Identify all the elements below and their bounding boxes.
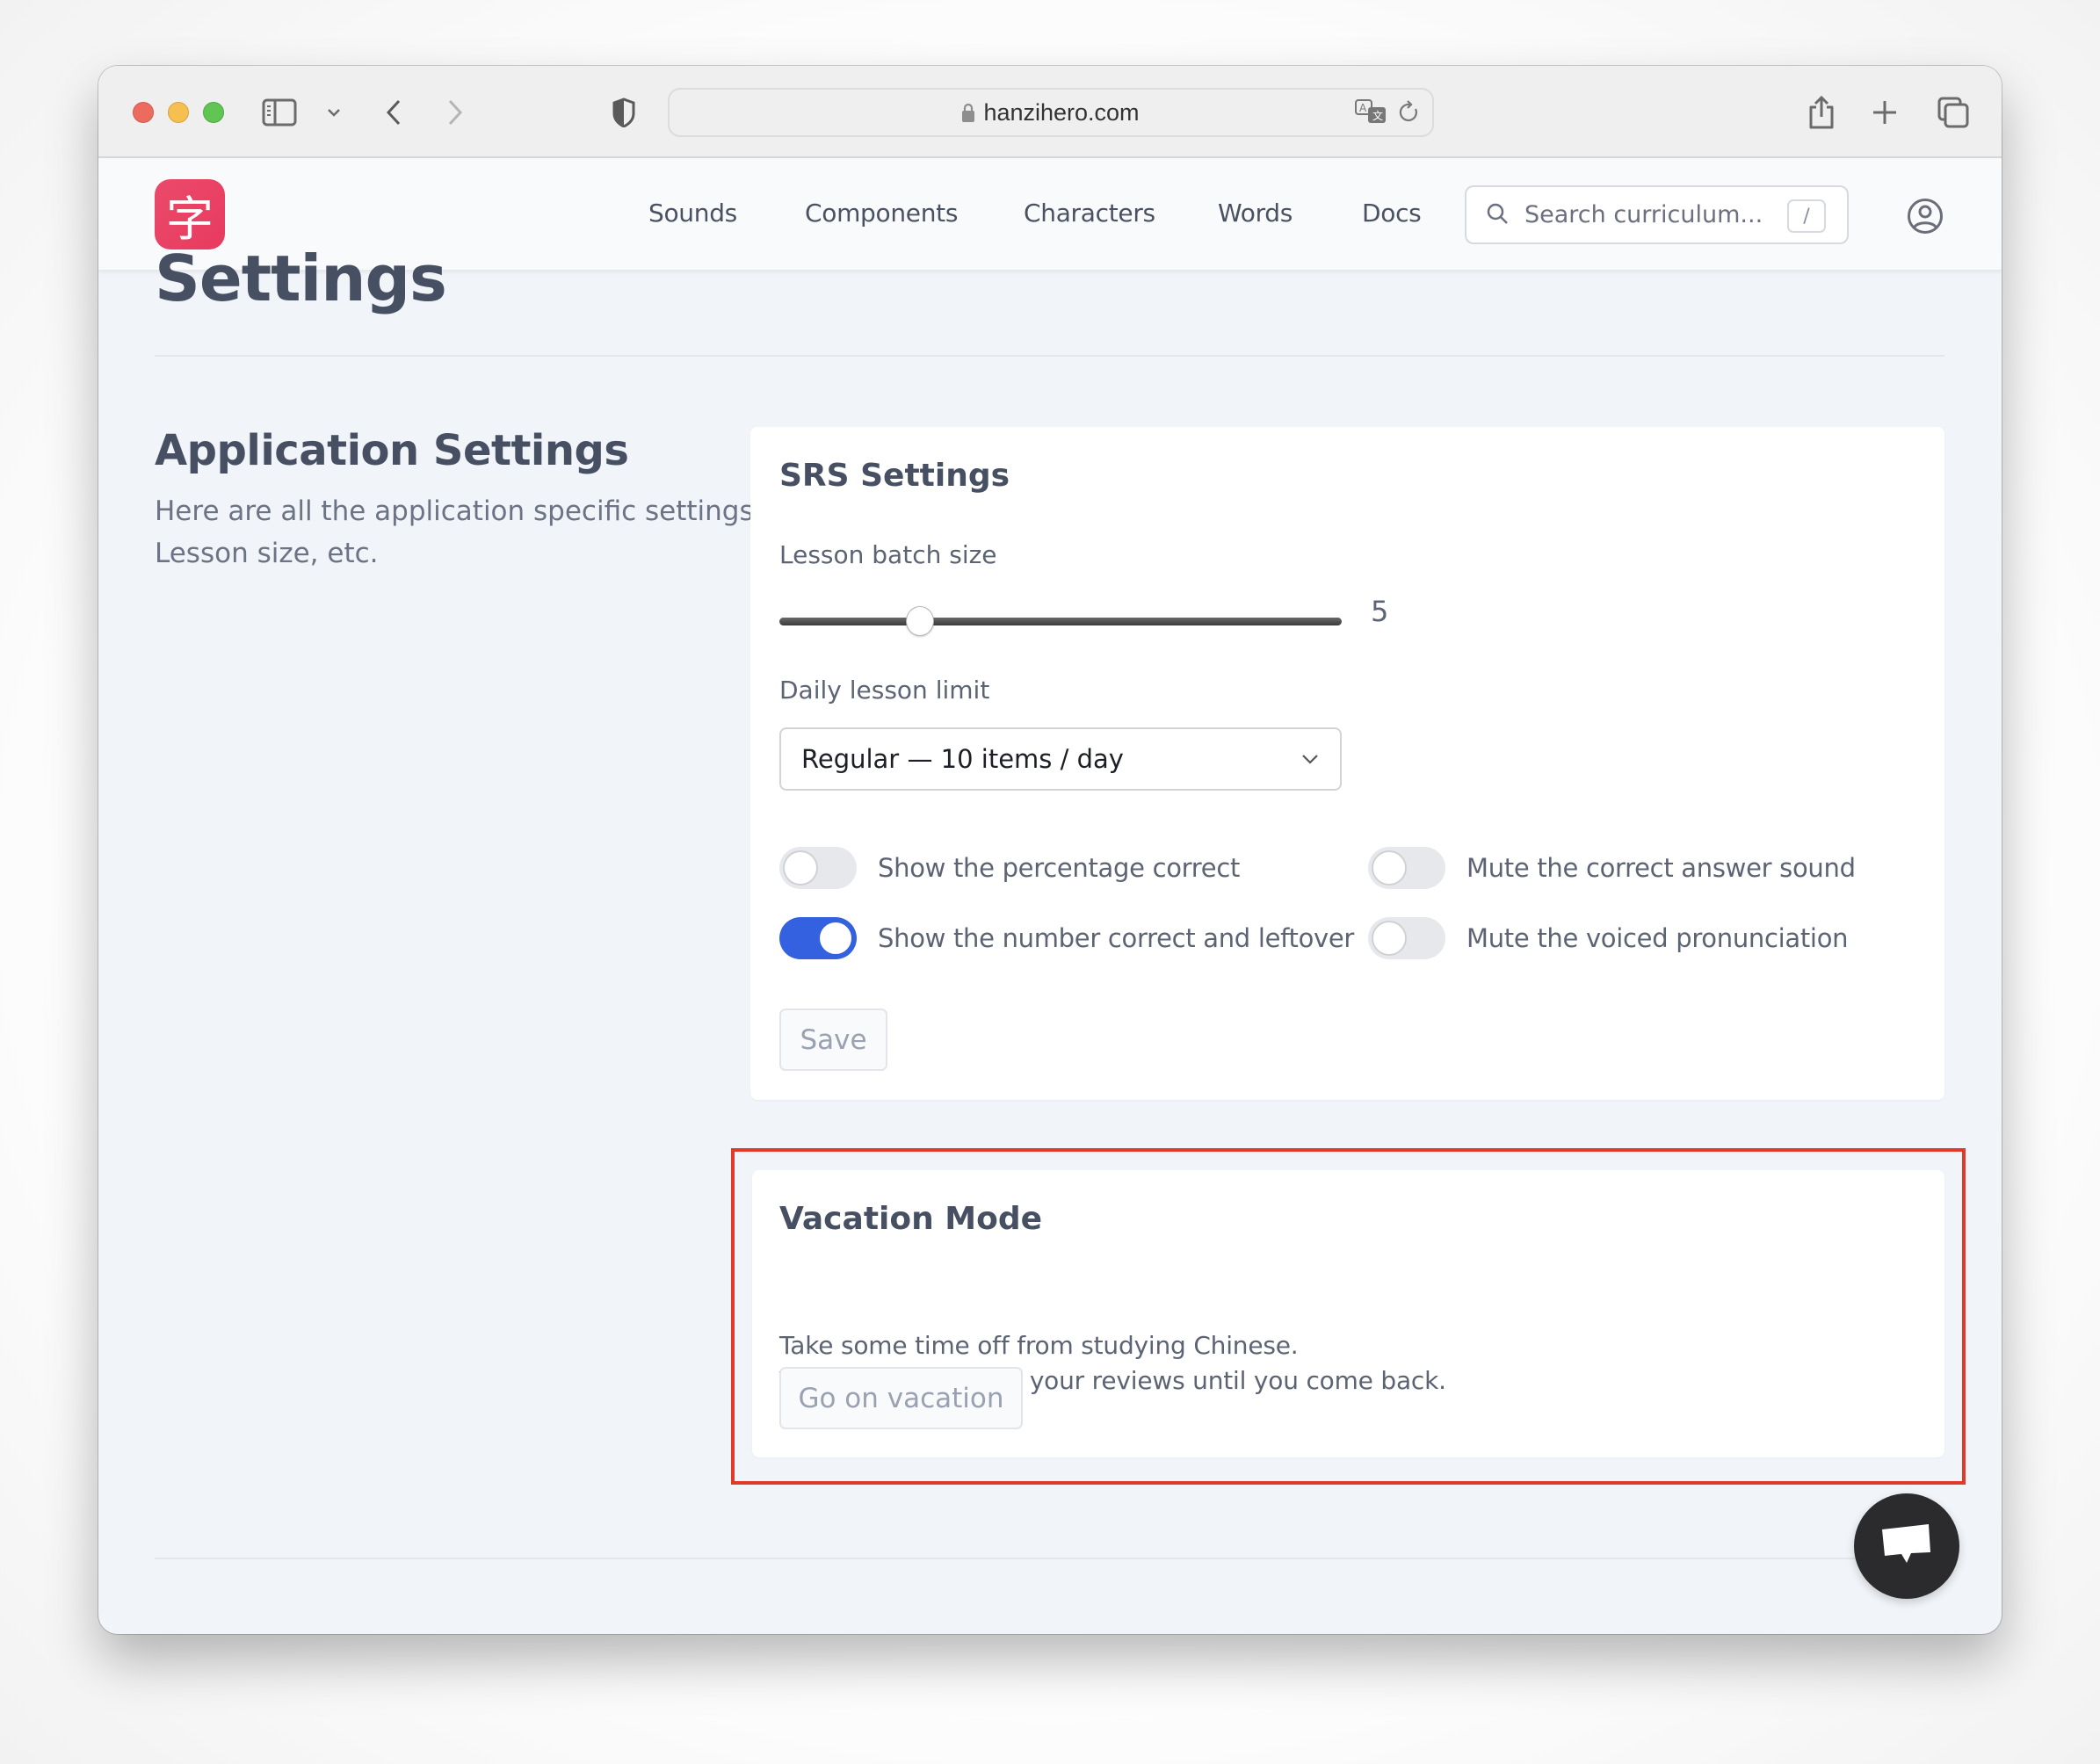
address-bar[interactable]: hanzihero.com A文	[668, 88, 1434, 137]
toggle-show-percentage: Show the percentage correct	[779, 847, 1240, 889]
browser-window: hanzihero.com A文 字 Sounds Components Cha…	[98, 66, 2002, 1634]
batch-size-value: 5	[1371, 595, 1389, 628]
chevron-down-icon	[1300, 748, 1321, 773]
section-title: Application Settings	[155, 426, 629, 475]
chat-button[interactable]	[1854, 1493, 1959, 1599]
nav-docs[interactable]: Docs	[1362, 199, 1422, 228]
daily-limit-selected: Regular — 10 items / day	[801, 744, 1124, 774]
search-input[interactable]: Search curriculum... /	[1465, 185, 1849, 244]
search-shortcut-key: /	[1787, 199, 1826, 233]
daily-limit-label: Daily lesson limit	[779, 676, 990, 705]
toggle-label: Show the percentage correct	[878, 853, 1241, 883]
save-button[interactable]: Save	[779, 1009, 887, 1071]
section-description-line: Here are all the application specific se…	[155, 495, 763, 527]
toggle-label: Mute the voiced pronunciation	[1466, 923, 1849, 953]
minimize-window-button[interactable]	[168, 102, 189, 123]
hanzihero-logo[interactable]: 字	[155, 179, 225, 249]
daily-limit-select[interactable]: Regular — 10 items / day	[779, 727, 1342, 791]
srs-card-title: SRS Settings	[779, 458, 1010, 494]
nav-components[interactable]: Components	[805, 199, 958, 228]
search-icon	[1486, 202, 1509, 228]
toggle-show-number-correct: Show the number correct and leftover	[779, 917, 1354, 959]
chat-bubble-icon	[1880, 1522, 1933, 1570]
divider	[155, 355, 1944, 357]
section-description: Here are all the application specific se…	[155, 490, 787, 575]
close-window-button[interactable]	[133, 102, 154, 123]
section-description-line: Lesson size, etc.	[155, 538, 379, 569]
toggle-label: Show the number correct and leftover	[878, 923, 1355, 953]
shield-icon[interactable]	[612, 92, 635, 133]
chevron-down-icon[interactable]	[327, 92, 341, 133]
toggle-mute-pronunciation: Mute the voiced pronunciation	[1368, 917, 1849, 959]
page-title: Settings	[155, 242, 447, 315]
url-text: hanzihero.com	[983, 98, 1140, 126]
toggle-switch[interactable]	[1368, 847, 1445, 889]
toggle-label: Mute the correct answer sound	[1466, 853, 1856, 883]
user-circle-icon[interactable]	[1907, 198, 1944, 238]
toggle-switch[interactable]	[1368, 917, 1445, 959]
logo-glyph: 字	[166, 191, 214, 247]
slider-track	[779, 618, 1342, 625]
reload-icon[interactable]	[1399, 100, 1420, 128]
nav-words[interactable]: Words	[1218, 199, 1293, 228]
batch-size-slider[interactable]	[779, 604, 1342, 640]
footer-divider	[155, 1558, 1944, 1559]
nav-sounds[interactable]: Sounds	[648, 199, 737, 228]
browser-toolbar: hanzihero.com A文	[98, 66, 2002, 158]
forward-icon[interactable]	[446, 92, 464, 133]
annotation-highlight-box	[731, 1148, 1966, 1485]
slider-thumb[interactable]	[906, 606, 934, 636]
toggle-switch[interactable]	[779, 847, 857, 889]
toggle-knob	[783, 850, 818, 886]
batch-size-label: Lesson batch size	[779, 540, 997, 569]
toggle-switch[interactable]	[779, 917, 857, 959]
toggle-knob	[818, 921, 853, 956]
nav-characters[interactable]: Characters	[1024, 199, 1155, 228]
svg-text:文: 文	[1372, 109, 1383, 122]
new-tab-icon[interactable]	[1872, 92, 1898, 133]
translate-icon[interactable]: A文	[1355, 98, 1388, 130]
sidebar-icon[interactable]	[262, 92, 297, 133]
tabs-overview-icon[interactable]	[1937, 92, 1969, 133]
toggle-mute-answer-sound: Mute the correct answer sound	[1368, 847, 1856, 889]
lock-icon	[962, 103, 975, 122]
toggle-knob	[1372, 921, 1407, 956]
svg-text:A: A	[1359, 102, 1367, 114]
search-placeholder: Search curriculum...	[1524, 201, 1763, 228]
zoom-window-button[interactable]	[203, 102, 224, 123]
toggle-knob	[1372, 850, 1407, 886]
share-icon[interactable]	[1807, 92, 1836, 133]
back-icon[interactable]	[385, 92, 402, 133]
